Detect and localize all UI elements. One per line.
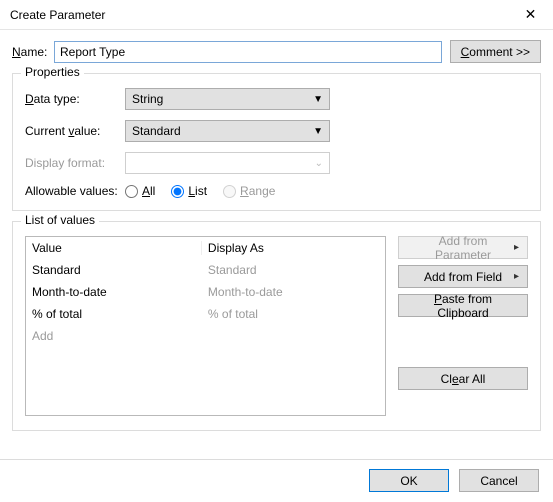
radio-list[interactable]: List (171, 184, 207, 198)
dialog-content: Name: Comment >> Properties Data type: S… (0, 30, 553, 449)
footer-divider (0, 459, 553, 460)
header-value: Value (26, 241, 202, 255)
radio-range-input (223, 185, 236, 198)
list-of-values-fieldset: List of values Value Display As Standard… (12, 221, 541, 431)
radio-all[interactable]: All (125, 184, 155, 198)
close-icon[interactable]: ✕ (508, 0, 553, 30)
add-from-field-button[interactable]: Add from Field ▸ (398, 265, 528, 288)
current-value-row: Current value: Standard ▼ (25, 120, 528, 142)
dialog-footer: OK Cancel (369, 469, 539, 492)
allowable-values-row: Allowable values: All List Range (25, 184, 528, 198)
chevron-down-icon: ▼ (313, 94, 323, 105)
radio-list-input[interactable] (171, 185, 184, 198)
table-row[interactable]: % of total % of total (26, 303, 385, 325)
titlebar: Create Parameter ✕ (0, 0, 553, 30)
header-display-as: Display As (202, 241, 385, 255)
current-value-value: Standard (132, 124, 181, 138)
name-label: Name: (12, 45, 54, 59)
chevron-down-icon: ▼ (313, 126, 323, 137)
list-of-values-legend: List of values (21, 213, 99, 227)
display-format-label: Display format: (25, 156, 125, 170)
current-value-label: Current value: (25, 124, 125, 138)
name-input[interactable] (54, 41, 442, 63)
data-type-combo[interactable]: String ▼ (125, 88, 330, 110)
values-grid[interactable]: Value Display As Standard Standard Month… (25, 236, 386, 416)
chevron-right-icon: ▸ (514, 271, 519, 282)
chevron-right-icon: ▸ (514, 242, 519, 253)
ok-button[interactable]: OK (369, 469, 449, 492)
radio-range: Range (223, 184, 275, 198)
display-format-row: Display format: ⌄ (25, 152, 528, 174)
table-row[interactable]: Standard Standard (26, 259, 385, 281)
grid-header: Value Display As (26, 237, 385, 259)
list-of-values-wrap: Value Display As Standard Standard Month… (25, 236, 528, 416)
data-type-label: Data type: (25, 92, 125, 106)
list-side-buttons: Add from Parameter ▸ Add from Field ▸ Pa… (398, 236, 528, 416)
data-type-row: Data type: String ▼ (25, 88, 528, 110)
table-row-add[interactable]: Add (26, 325, 385, 347)
properties-legend: Properties (21, 65, 84, 79)
add-from-parameter-button: Add from Parameter ▸ (398, 236, 528, 259)
current-value-combo[interactable]: Standard ▼ (125, 120, 330, 142)
table-row[interactable]: Month-to-date Month-to-date (26, 281, 385, 303)
cancel-button[interactable]: Cancel (459, 469, 539, 492)
paste-from-clipboard-button[interactable]: Paste from Clipboard (398, 294, 528, 317)
chevron-down-icon: ⌄ (315, 158, 323, 169)
display-format-combo: ⌄ (125, 152, 330, 174)
clear-all-button[interactable]: Clear All (398, 367, 528, 390)
properties-fieldset: Properties Data type: String ▼ Current v… (12, 73, 541, 211)
comment-button[interactable]: Comment >> (450, 40, 541, 63)
data-type-value: String (132, 92, 163, 106)
window-title: Create Parameter (10, 8, 105, 22)
allowable-values-label: Allowable values: (25, 184, 125, 198)
name-row: Name: Comment >> (12, 40, 541, 63)
radio-all-input[interactable] (125, 185, 138, 198)
allowable-values-radios: All List Range (125, 184, 275, 198)
add-placeholder: Add (26, 329, 202, 343)
